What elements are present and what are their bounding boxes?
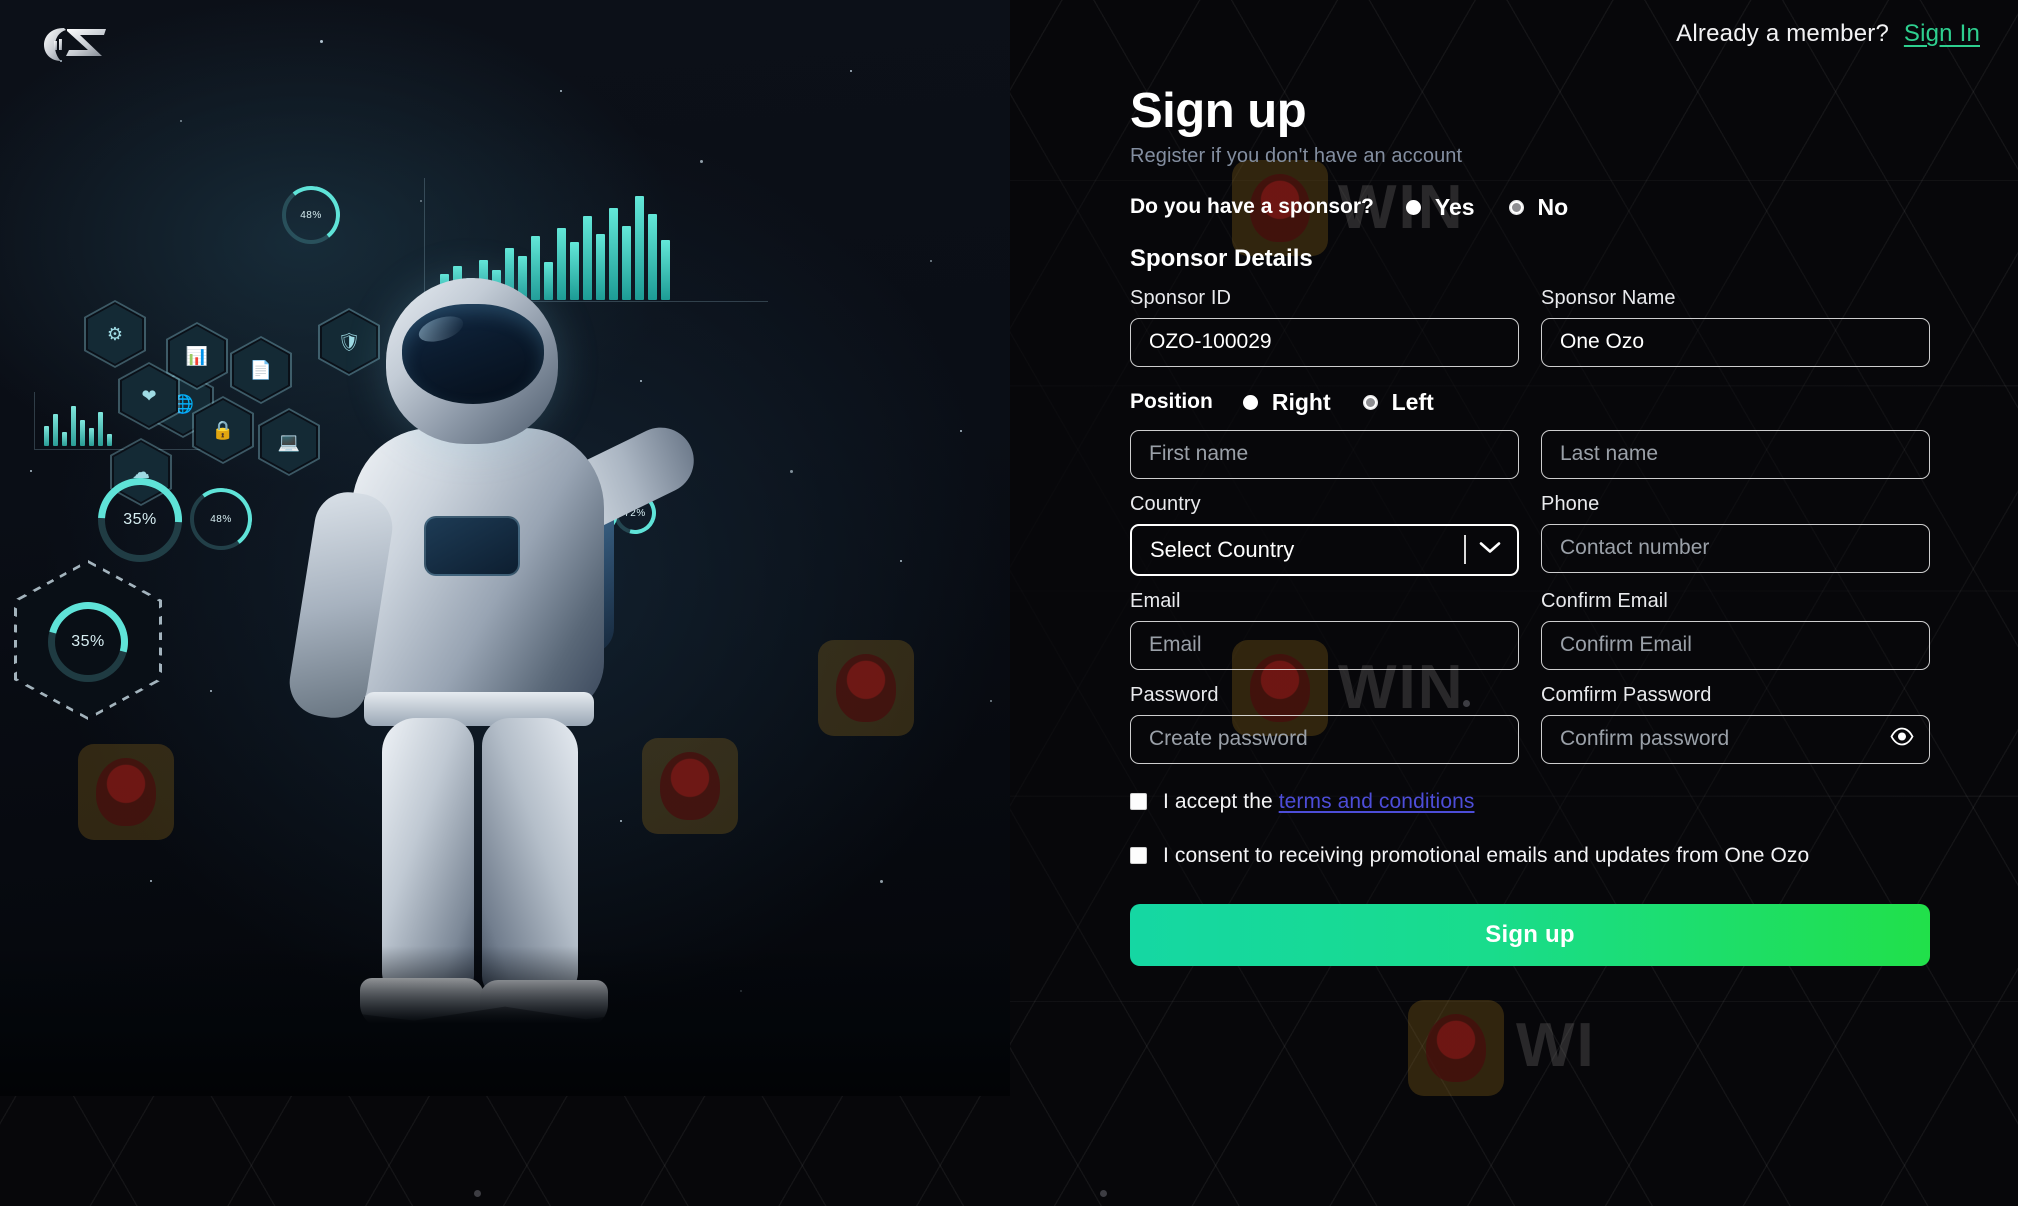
position-option-right-label: Right [1271,388,1331,415]
sponsor-name-field: Sponsor Name [1541,287,1930,367]
position-row: Position Right Left [1130,389,1930,416]
confirm-email-field: Confirm Email [1541,590,1930,670]
position-option-right[interactable]: Right [1242,388,1331,416]
hud-gauge-large: 35% [33,587,143,697]
email-fields-grid: Email Confirm Email [1130,576,1930,670]
sponsor-question-row: Do you have a sponsor? Yes No [1130,194,1930,221]
country-field: Country Select Country [1130,493,1519,576]
first-name-field [1130,429,1519,479]
name-fields-grid [1130,416,1930,479]
phone-field: Phone [1541,493,1930,576]
sponsor-option-no-label: No [1537,193,1569,220]
astronaut-visor [402,304,544,404]
position-label: Position [1130,390,1213,414]
hud-gauge: 35% [80,460,200,580]
member-prompt-text: Already a member? [1676,20,1889,47]
sponsor-question-label: Do you have a sponsor? [1130,195,1374,219]
astronaut-chest-panel [424,516,520,576]
password-fields-grid: Password Comfirm Password [1130,670,1930,764]
password-field: Password [1130,684,1519,764]
sponsor-id-input[interactable] [1130,317,1519,367]
email-label: Email [1130,589,1181,612]
gauge-value: 35% [123,511,157,528]
promo-consent-row: I consent to receiving promotional email… [1130,844,1930,868]
hex-vertex-dot [474,1190,481,1197]
astronaut-figure [284,278,705,1038]
sponsor-option-yes-label: Yes [1434,193,1475,220]
oz-logo-icon [44,28,106,61]
hud-gauge: 48% [185,483,257,555]
sponsor-id-field: Sponsor ID [1130,287,1519,367]
promo-checkbox[interactable] [1130,847,1147,865]
phone-input[interactable] [1541,523,1930,573]
confirm-email-label: Confirm Email [1541,589,1668,612]
country-select[interactable]: Select Country [1130,523,1519,576]
page-title: Sign up [1130,84,1307,138]
position-option-left-label: Left [1391,388,1434,415]
first-name-input[interactable] [1130,429,1519,479]
brand-logo[interactable] [40,22,110,71]
sponsor-name-label: Sponsor Name [1541,286,1676,309]
last-name-input[interactable] [1541,429,1930,479]
terms-consent-row: I accept the terms and conditions [1130,790,1930,814]
terms-checkbox[interactable] [1130,793,1147,811]
sponsor-details-heading: Sponsor Details [1130,244,1313,272]
last-name-field [1541,429,1930,479]
email-input[interactable] [1130,620,1519,670]
sponsor-option-yes[interactable]: Yes [1405,193,1475,221]
password-label: Password [1130,683,1219,706]
sign-up-button[interactable]: Sign up [1130,903,1930,966]
terms-prefix-text: I accept the [1163,789,1279,813]
member-prompt-bar: Already a member? Sign In [1676,20,1980,48]
radio-no-indicator[interactable] [1508,199,1524,215]
position-option-left[interactable]: Left [1362,388,1434,416]
sponsor-name-input[interactable] [1541,317,1930,367]
promo-consent-label: I consent to receiving promotional email… [1163,843,1810,867]
confirm-email-input[interactable] [1541,620,1930,670]
eye-icon[interactable] [1890,728,1914,751]
phone-label: Phone [1541,492,1600,515]
signup-page: 🌐 ☁ 🔒 ⚙ 📊 📄 ❤ 💻 🛡 35% 48% 35% [0,0,2018,1206]
gauge-value: 48% [300,209,322,221]
confirm-password-input[interactable] [1541,714,1930,764]
sign-in-link[interactable]: Sign In [1904,20,1980,47]
confirm-password-field: Comfirm Password [1541,684,1930,764]
sponsor-fields-grid: Sponsor ID Sponsor Name [1130,273,1930,367]
country-phone-grid: Country Select Country Phone [1130,479,1930,576]
radio-right-indicator[interactable] [1242,394,1258,410]
sponsor-option-no[interactable]: No [1508,193,1569,221]
country-select-wrapper: Select Country [1130,523,1519,576]
confirm-password-label: Comfirm Password [1541,683,1712,706]
radio-yes-indicator[interactable] [1405,199,1421,215]
page-subtitle: Register if you don't have an account [1130,144,1463,167]
ground-shadow [0,946,1010,1096]
email-field: Email [1130,590,1519,670]
signup-panel: Already a member? Sign In Sign up Regist… [1010,0,2018,1206]
hero-artwork: 🌐 ☁ 🔒 ⚙ 📊 📄 ❤ 💻 🛡 35% 48% 35% [0,0,1010,1096]
hud-gauge-helmet: 48% [279,183,343,247]
gauge-value: 48% [210,513,232,525]
terms-and-conditions-link[interactable]: terms and conditions [1279,790,1475,813]
radio-left-indicator[interactable] [1362,394,1378,410]
sponsor-id-label: Sponsor ID [1130,286,1232,309]
country-label: Country [1130,492,1201,515]
terms-consent-label: I accept the terms and conditions [1163,790,1474,814]
password-input[interactable] [1130,714,1519,764]
signup-form: Sign up Register if you don't have an ac… [1130,86,1930,966]
gauge-value: 35% [71,633,105,650]
confirm-password-wrapper [1541,714,1930,764]
